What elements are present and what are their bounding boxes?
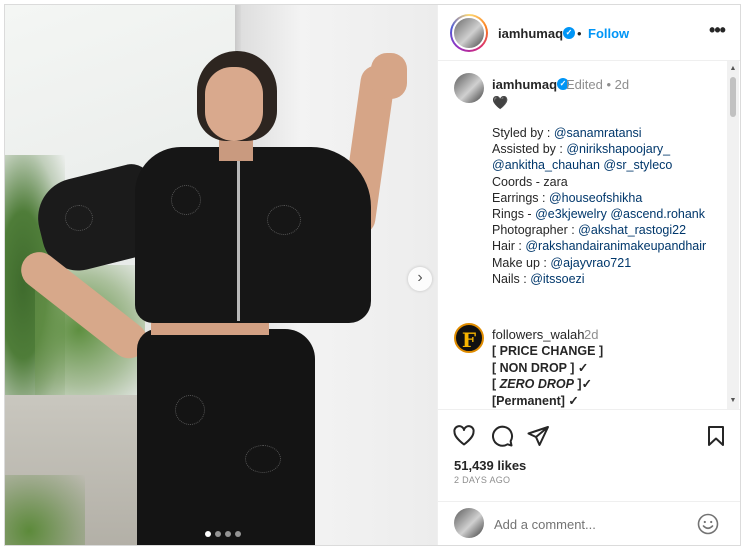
comment-line: [ NON DROP ] ✓	[492, 360, 603, 377]
header-separator: •	[577, 26, 582, 41]
lace-pattern	[171, 185, 201, 215]
author-username[interactable]: iamhumaq	[498, 26, 563, 41]
photo-grass	[5, 475, 85, 545]
comment-line: [Permanent] ✓	[492, 393, 603, 410]
subject-zip	[237, 157, 240, 321]
mention-link[interactable]: @houseofshikha	[549, 191, 642, 205]
mention-link[interactable]: @nirikshapoojary_	[566, 142, 670, 156]
caption-text-segment: Make up :	[492, 255, 551, 270]
comments-scrollbar[interactable]: ▲ ▼	[727, 61, 739, 409]
author-avatar[interactable]	[450, 14, 488, 52]
caption-line: Photographer : @akshat_rastogi22	[492, 222, 724, 238]
post-header: iamhumaq ✓ • Follow •••	[438, 5, 740, 61]
caption-username[interactable]: iamhumaq	[492, 77, 557, 92]
caption-text-segment: Hair :	[492, 239, 526, 254]
caption-text-segment: Photographer :	[492, 223, 579, 238]
caption-line: Nails : @itssoezi	[492, 271, 724, 287]
scrollbar-thumb[interactable]	[730, 77, 736, 117]
caption-text-segment: Nails :	[492, 271, 531, 286]
mention-link[interactable]: @sanamratansi	[554, 126, 642, 140]
caption-line: Styled by : @sanamratansi	[492, 125, 724, 141]
subject-jacket	[135, 147, 371, 323]
mention-link[interactable]: @sr_styleco	[603, 158, 672, 172]
add-comment-input[interactable]	[494, 514, 694, 534]
caption-line: Assisted by : @nirikshapoojary_	[492, 141, 724, 157]
caption-avatar[interactable]	[454, 73, 484, 103]
lace-pattern	[245, 445, 281, 473]
carousel-dots	[205, 531, 241, 537]
comment-line-suffix: ] ✓	[560, 393, 579, 408]
add-comment-bar	[438, 501, 740, 545]
mention-link[interactable]: @ankitha_chauhan	[492, 158, 600, 172]
post-timestamp: 2 DAYS AGO	[454, 475, 511, 485]
caption-meta: Edited • 2d	[566, 77, 630, 92]
mention-link[interactable]: @akshat_rastogi22	[578, 223, 686, 237]
mention-link[interactable]: @rakshandairanimakeupandhair	[525, 239, 706, 253]
subject-raised-hand	[371, 53, 407, 99]
subject-face	[205, 67, 263, 141]
carousel-dot	[215, 531, 221, 537]
black-heart-icon: 🖤	[492, 95, 509, 110]
post-actions: 51,439 likes 2 DAYS AGO	[438, 409, 740, 509]
caption-line: Earrings : @houseofshikha	[492, 190, 724, 206]
current-user-avatar	[454, 508, 484, 538]
scroll-down-arrow-icon[interactable]: ▼	[729, 397, 737, 405]
post-dialog: › iamhumaq ✓ • Follow ••• iamhumaq ✓ Edi…	[4, 4, 741, 546]
carousel-dot	[235, 531, 241, 537]
comment-time: 2d	[584, 327, 599, 342]
carousel-dot	[225, 531, 231, 537]
post-side-panel: iamhumaq ✓ • Follow ••• iamhumaq ✓ Edite…	[437, 5, 740, 545]
share-icon[interactable]	[526, 424, 550, 448]
lace-pattern	[65, 205, 93, 231]
caption-text-segment: Rings -	[492, 207, 536, 222]
commenter-avatar[interactable]: F	[454, 323, 484, 353]
mention-link[interactable]: @ajayvrao721	[550, 256, 631, 270]
post-photo[interactable]: ›	[5, 5, 437, 545]
commenter-username[interactable]: followers_walah	[492, 327, 585, 342]
caption-text-segment: Coords - zara	[492, 174, 568, 189]
lace-pattern	[175, 395, 205, 425]
comment-icon[interactable]	[490, 424, 514, 448]
heart-icon[interactable]	[452, 424, 476, 448]
caption-line: Make up : @ajayvrao721	[492, 255, 724, 271]
next-slide-button[interactable]: ›	[408, 267, 432, 291]
comment-line-prefix: [	[492, 377, 500, 391]
subject-pants	[137, 329, 315, 545]
scroll-up-arrow-icon[interactable]: ▲	[729, 65, 737, 73]
comment-line: [ ZERO DROP ]✓	[492, 376, 603, 393]
caption-line: Rings - @e3kjewelry @ascend.rohank	[492, 206, 724, 222]
comment-line-suffix: ]	[595, 344, 604, 358]
caption-line: @ankitha_chauhan @sr_styleco	[492, 157, 724, 173]
follow-button[interactable]: Follow	[588, 26, 629, 41]
caption-text-segment: Assisted by :	[492, 142, 567, 157]
comment-line-text: Permanent	[496, 393, 561, 408]
mention-link[interactable]: @ascend.rohank	[610, 207, 705, 221]
verified-badge-icon: ✓	[563, 27, 575, 39]
caption-text-segment: Styled by :	[492, 126, 554, 140]
comment-line-text: ZERO DROP	[499, 377, 574, 391]
mention-link[interactable]: @itssoezi	[530, 272, 584, 286]
carousel-dot	[205, 531, 211, 537]
comment-line-text: NON DROP	[499, 360, 567, 375]
caption-line: Coords - zara	[492, 174, 724, 190]
caption-text: Styled by : @sanamratansi Assisted by : @…	[492, 125, 724, 287]
likes-count[interactable]: 51,439 likes	[454, 458, 526, 473]
bookmark-icon[interactable]	[704, 424, 728, 448]
chevron-right-icon: ›	[417, 269, 423, 286]
mention-link[interactable]: @e3kjewelry	[535, 207, 607, 221]
comment-line-prefix: [	[492, 344, 500, 358]
comment-text: [ PRICE CHANGE ][ NON DROP ] ✓[ ZERO DRO…	[492, 343, 603, 409]
emoji-icon[interactable]	[696, 512, 720, 536]
comment-line: [ PRICE CHANGE ]	[492, 343, 603, 360]
comment-line-suffix: ] ✓	[566, 360, 589, 375]
comment-line-prefix: [	[492, 360, 500, 375]
caption-text-segment: Earrings :	[492, 190, 549, 205]
comments-list[interactable]: iamhumaq ✓ Edited • 2d 🖤 Styled by : @sa…	[438, 61, 740, 409]
comment-line-suffix: ]✓	[573, 377, 593, 391]
comment-line-text: PRICE CHANGE	[499, 344, 596, 358]
more-options-icon[interactable]: •••	[706, 21, 728, 43]
caption-line: Hair : @rakshandairanimakeupandhair	[492, 238, 724, 254]
lace-pattern	[267, 205, 301, 235]
